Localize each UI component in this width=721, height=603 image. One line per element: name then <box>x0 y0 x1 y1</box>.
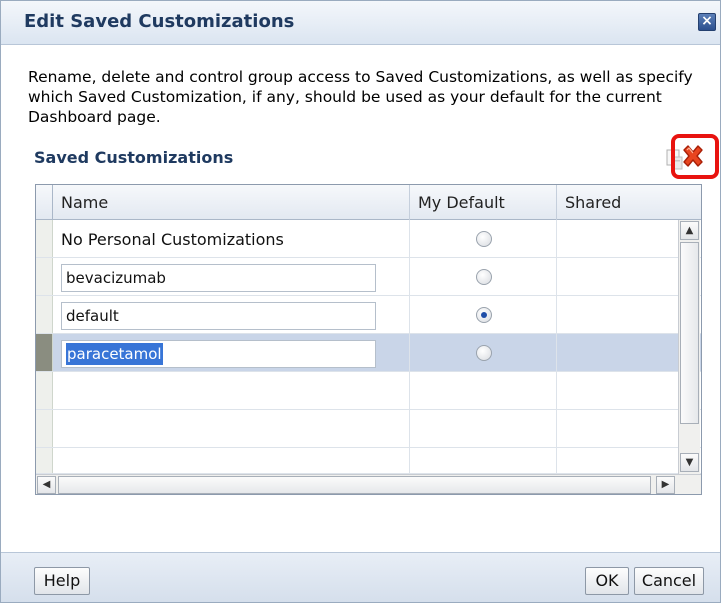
default-cell <box>410 334 557 371</box>
table-row[interactable]: bevacizumab <box>36 258 701 296</box>
header-row-selector <box>36 185 53 220</box>
empty-row <box>36 372 701 410</box>
name-input[interactable]: default <box>61 302 376 330</box>
vertical-scrollbar[interactable]: ▲ ▼ <box>678 220 700 478</box>
name-input-value: default <box>66 307 119 325</box>
delete-x-icon[interactable] <box>679 143 707 171</box>
scroll-down-icon[interactable]: ▼ <box>680 453 699 472</box>
empty-row <box>36 448 701 474</box>
default-radio[interactable] <box>476 345 492 361</box>
default-cell <box>410 258 557 295</box>
empty-row <box>36 410 701 448</box>
name-cell: paracetamol <box>53 334 410 371</box>
edit-saved-customizations-dialog: Edit Saved Customizations × Rename, dele… <box>0 0 721 603</box>
table-row-selected[interactable]: paracetamol <box>36 334 701 372</box>
name-label: No Personal Customizations <box>61 230 284 249</box>
name-cell: No Personal Customizations <box>53 220 410 257</box>
column-header-name[interactable]: Name <box>53 185 410 220</box>
name-cell: default <box>53 296 410 333</box>
ok-button[interactable]: OK <box>585 567 629 595</box>
scroll-left-icon[interactable]: ◀ <box>37 476 56 494</box>
default-cell <box>410 220 557 257</box>
scroll-up-icon[interactable]: ▲ <box>680 221 699 240</box>
table-row[interactable]: default <box>36 296 701 334</box>
table-header: Name My Default Shared <box>36 185 701 220</box>
row-selector[interactable] <box>36 220 53 257</box>
close-icon[interactable]: × <box>698 13 716 31</box>
saved-customizations-table: Name My Default Shared No Personal Custo… <box>35 184 702 495</box>
default-cell <box>410 448 557 473</box>
row-selector[interactable] <box>36 296 53 333</box>
default-radio-selected[interactable] <box>476 307 492 323</box>
row-selector[interactable] <box>36 334 53 371</box>
dialog-footer: Help OK Cancel <box>1 552 720 602</box>
default-cell <box>410 372 557 409</box>
scroll-right-icon[interactable]: ▶ <box>656 476 675 494</box>
dialog-description: Rename, delete and control group access … <box>28 68 693 126</box>
name-input[interactable]: bevacizumab <box>61 264 376 292</box>
row-selector[interactable] <box>36 258 53 295</box>
help-button[interactable]: Help <box>34 567 90 595</box>
row-selector <box>36 448 53 473</box>
row-selector <box>36 372 53 409</box>
dialog-title: Edit Saved Customizations <box>24 11 295 32</box>
name-cell <box>53 448 410 473</box>
row-selector <box>36 410 53 447</box>
default-radio[interactable] <box>476 269 492 285</box>
name-cell <box>53 372 410 409</box>
column-header-my-default[interactable]: My Default <box>410 185 557 220</box>
vertical-scroll-thumb[interactable] <box>680 242 699 424</box>
horizontal-scroll-thumb[interactable] <box>58 476 651 494</box>
cancel-button[interactable]: Cancel <box>634 567 704 595</box>
default-cell <box>410 410 557 447</box>
default-cell <box>410 296 557 333</box>
dialog-titlebar: Edit Saved Customizations × <box>1 1 720 45</box>
column-header-shared[interactable]: Shared <box>557 185 701 220</box>
name-input-value-highlighted: paracetamol <box>66 343 163 365</box>
table-row[interactable]: No Personal Customizations <box>36 220 701 258</box>
name-cell: bevacizumab <box>53 258 410 295</box>
default-radio[interactable] <box>476 231 492 247</box>
name-cell <box>53 410 410 447</box>
name-input-value: bevacizumab <box>66 269 166 287</box>
name-input[interactable]: paracetamol <box>61 340 376 368</box>
section-title: Saved Customizations <box>34 148 234 167</box>
horizontal-scrollbar[interactable]: ◀ ▶ <box>36 474 701 494</box>
